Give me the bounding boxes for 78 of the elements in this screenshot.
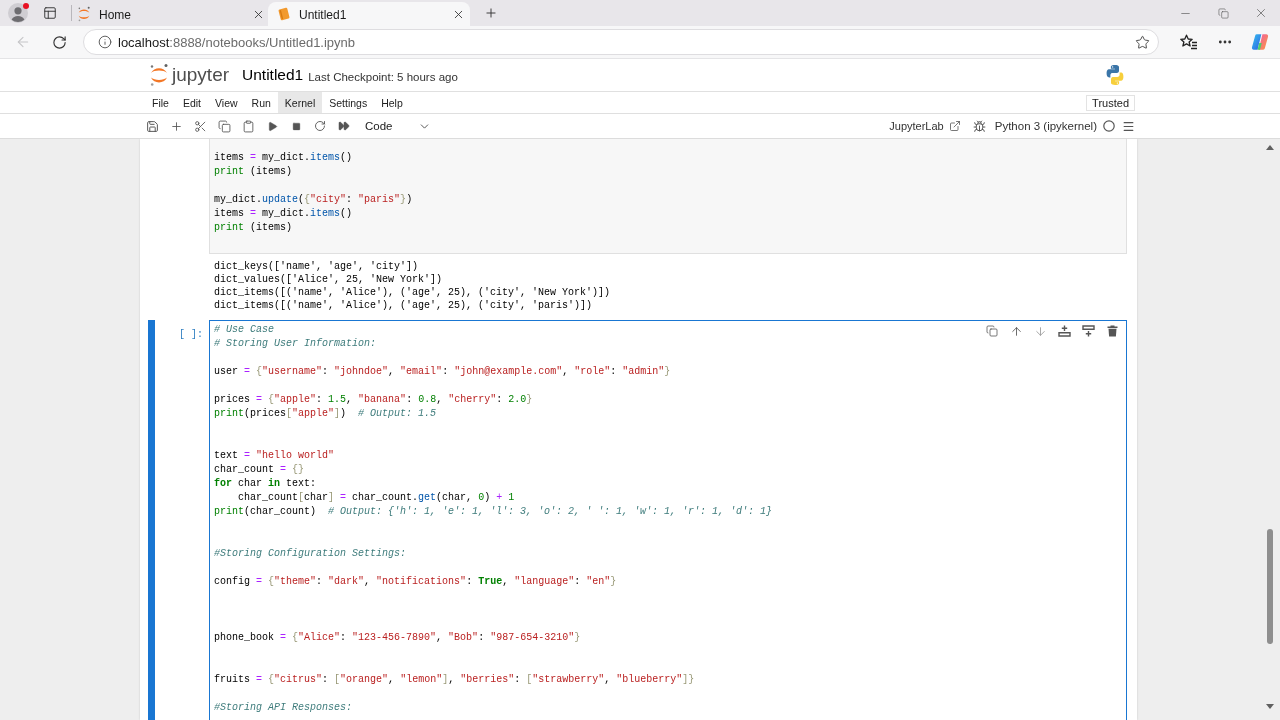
code-line: for char in text: (214, 477, 317, 491)
favorites-icon[interactable] (1180, 34, 1198, 50)
checkpoint-text: Last Checkpoint: 5 hours ago (308, 69, 458, 83)
code-line: print(char_count) # Output: {'h': 1, 'e': 1, 'l': 3, 'o': 2, ' ': 1, 'w': 1, 'r': 1, 'd': 1} (214, 505, 773, 519)
paste-icon[interactable] (241, 119, 255, 133)
notebook-icon (277, 7, 291, 21)
code-line: char_count[char] = char_count.get(char, 0) + 1 (237, 491, 515, 505)
code-line: items = my_dict.items() (214, 207, 353, 221)
profile-avatar-icon[interactable] (8, 3, 28, 23)
move-up-icon[interactable] (1009, 324, 1023, 338)
cell-prompt: [ ]: (179, 329, 203, 340)
refresh-icon[interactable] (52, 34, 67, 50)
insert-below-icon[interactable] (1081, 325, 1095, 337)
logo-arcs-icon (149, 63, 169, 87)
logo-arcs-icon (77, 6, 91, 22)
cut-icon[interactable] (193, 119, 207, 133)
scrollbar-thumb[interactable] (1267, 529, 1273, 644)
output-line: dict_keys(['name', 'age', 'city']) (214, 260, 419, 273)
external-link-icon (948, 120, 961, 132)
code-line: print (items) (214, 221, 293, 235)
jupyterlab-link[interactable]: JupyterLab (889, 120, 961, 132)
menu-item[interactable]: Run (244, 92, 278, 113)
trusted-indicator[interactable]: Trusted (1086, 94, 1135, 111)
menu-item[interactable]: Edit (175, 92, 208, 113)
new-tab-icon[interactable] (484, 6, 498, 20)
menu-item[interactable]: Settings (322, 92, 375, 113)
delete-icon[interactable] (1106, 325, 1118, 337)
notification-dot-icon (23, 3, 29, 9)
save-icon[interactable] (145, 119, 159, 133)
menu-icon[interactable] (1122, 119, 1135, 133)
duplicate-icon[interactable] (986, 325, 998, 337)
menu-item[interactable]: Kernel (277, 92, 323, 113)
close-icon[interactable] (1254, 6, 1268, 20)
menu-item[interactable]: View (208, 92, 245, 113)
insert-above-icon[interactable] (1057, 325, 1071, 337)
snake-logo-icon (1104, 64, 1126, 86)
bug-icon[interactable] (972, 119, 986, 133)
output-line: dict_items([('name', 'Alice'), ('age', 25), ('city', 'New York')]) (214, 286, 611, 299)
code-line: # Use Case (214, 323, 274, 337)
code-line: print (items) (214, 165, 293, 179)
logo-text: jupyter (172, 64, 230, 86)
code-line: print(prices["apple"]) # Output: 1.5 (214, 407, 437, 421)
code-editor[interactable]: items = my_dict.items() print (items) my_dict.update({"city": "paris"}) items = my_dict.items() print (items) (209, 139, 1127, 254)
code-line: # Storing User Information: (214, 337, 377, 351)
code-line: my_dict.update({"city": "paris"}) (214, 193, 413, 207)
address-field[interactable]: localhost:8888/notebooks/Untitled1.ipynb (83, 29, 1159, 55)
favorite-star-icon[interactable] (1135, 34, 1150, 50)
add-cell-icon[interactable] (169, 119, 183, 133)
code-line: items = my_dict.items() (214, 151, 353, 165)
code-line: prices = {"apple": 1.5, "banana": 0.8, "cherry": 2.0} (214, 393, 533, 407)
code-line: char_count = {} (214, 463, 305, 477)
code-line: #Storing API Responses: (214, 701, 353, 715)
scroll-up-icon[interactable] (1266, 144, 1274, 150)
stop-icon[interactable] (291, 121, 301, 131)
tab-panel-icon[interactable] (43, 6, 57, 20)
output-line: dict_values(['Alice', 25, 'New York']) (214, 273, 443, 286)
restart-icon[interactable] (314, 120, 326, 132)
code-line: #Storing Configuration Settings: (214, 547, 407, 561)
run-all-icon[interactable] (338, 120, 350, 132)
code-line: fruits = {"citrus": ["orange", "lemon"], "berries": ["strawberry", "blueberry"]} (214, 673, 695, 687)
browser-tab[interactable]: Home (74, 2, 268, 26)
scroll-down-icon[interactable] (1266, 703, 1274, 709)
code-line: config = {"theme": "dark", "notifications": True, "language": "en"} (214, 575, 617, 589)
browser-tab[interactable]: Untitled1 (268, 2, 470, 26)
menu-item[interactable]: Help (374, 92, 410, 113)
copy-icon[interactable] (217, 119, 231, 133)
code-line: text = "hello world" (214, 449, 335, 463)
cell-type-dropdown[interactable]: Code (357, 115, 435, 137)
run-icon[interactable] (266, 120, 278, 132)
notebook-title[interactable]: Untitled1 (242, 66, 304, 84)
info-icon[interactable] (98, 35, 112, 49)
kernel-name[interactable]: Python 3 (ipykernel) (994, 120, 1097, 132)
url-text: localhost:8888/notebooks/Untitled1.ipynb (118, 34, 357, 50)
swirl-logo-icon[interactable] (1251, 33, 1269, 51)
code-line: user = {"username": "johndoe", "email": "john@example.com", "role": "admin"} (214, 365, 671, 379)
output-line: dict_items([('name', 'Alice'), ('age', 25), ('city', 'paris')]) (214, 299, 593, 312)
menu-item[interactable]: File (145, 92, 176, 113)
code-line: phone_book = {"Alice": "123-456-7890", "Bob": "987-654-3210"} (214, 631, 581, 645)
